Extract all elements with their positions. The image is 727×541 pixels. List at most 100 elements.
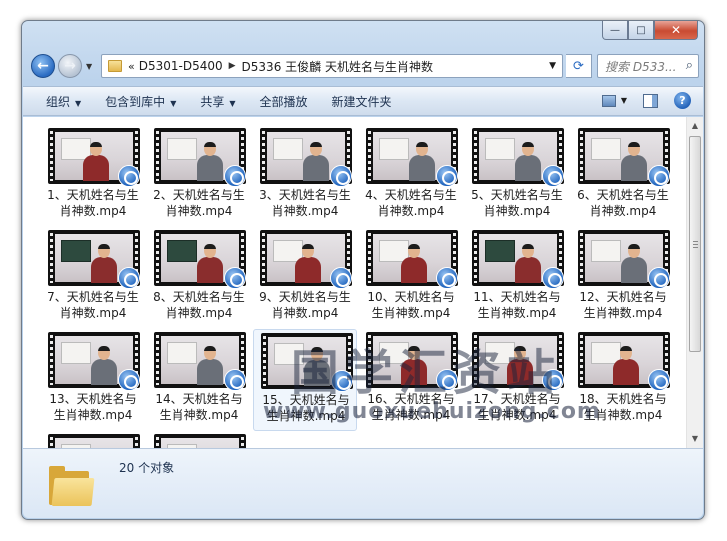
file-name-line: 12、天机姓名与: [579, 290, 667, 304]
maximize-button[interactable]: □: [628, 21, 654, 40]
file-name-line: 9、天机姓名与生: [259, 290, 351, 304]
file-item[interactable]: 8、天机姓名与生 肖神数.mp4: [147, 227, 251, 329]
file-name: 4、天机姓名与生 肖神数.mp4: [359, 187, 463, 219]
file-name-line: 14、天机姓名与: [155, 392, 243, 406]
file-item[interactable]: 16、天机姓名与 生肖神数.mp4: [359, 329, 463, 431]
media-player-icon: [436, 267, 458, 289]
media-player-icon: [648, 165, 670, 187]
scrollbar-thumb[interactable]: [689, 136, 701, 352]
breadcrumb-separator-icon[interactable]: ▶: [229, 61, 236, 71]
file-name-line: 肖神数.mp4: [271, 204, 339, 218]
organize-menu[interactable]: 组织 ▼: [46, 93, 81, 110]
scroll-up-icon[interactable]: ▲: [687, 118, 703, 134]
file-name-line: 7、天机姓名与生: [47, 290, 139, 304]
video-thumbnail: [154, 434, 246, 448]
file-item[interactable]: 4、天机姓名与生 肖神数.mp4: [359, 125, 463, 227]
file-name-line: 4、天机姓名与生: [365, 188, 457, 202]
organize-label: 组织: [46, 94, 71, 109]
file-item[interactable]: [147, 431, 251, 448]
minimize-button[interactable]: —: [602, 21, 628, 40]
media-player-icon: [648, 267, 670, 289]
search-placeholder: 搜索 D533...: [605, 59, 677, 74]
file-name-line: 10、天机姓名与: [367, 290, 455, 304]
media-player-icon: [542, 165, 564, 187]
file-name: 11、天机姓名与 生肖神数.mp4: [465, 289, 569, 321]
video-thumbnail: [48, 434, 140, 448]
file-name-line: 15、天机姓名与: [262, 393, 350, 407]
file-item[interactable]: 14、天机姓名与 生肖神数.mp4: [147, 329, 251, 431]
scroll-down-icon[interactable]: ▼: [687, 431, 703, 447]
forward-button[interactable]: →: [58, 54, 82, 78]
view-icon: [601, 94, 616, 107]
include-in-library-menu[interactable]: 包含到库中 ▼: [105, 93, 176, 110]
file-item[interactable]: 17、天机姓名与 生肖神数.mp4: [465, 329, 569, 431]
breadcrumb-overflow[interactable]: «: [128, 60, 135, 73]
file-name-line: 肖神数.mp4: [59, 204, 127, 218]
file-name: 13、天机姓名与 生肖神数.mp4: [41, 391, 145, 423]
help-icon[interactable]: ?: [674, 92, 691, 109]
file-item[interactable]: 3、天机姓名与生 肖神数.mp4: [253, 125, 357, 227]
file-name-line: 生肖神数.mp4: [266, 409, 346, 423]
media-player-icon: [224, 267, 246, 289]
search-icon[interactable]: ⌕: [686, 58, 693, 73]
file-item[interactable]: [41, 431, 145, 448]
share-menu[interactable]: 共享 ▼: [200, 93, 235, 110]
file-name-line: 18、天机姓名与: [579, 392, 667, 406]
chevron-down-icon: ▼: [229, 98, 236, 108]
file-item[interactable]: 15、天机姓名与 生肖神数.mp4: [253, 329, 357, 431]
search-input[interactable]: 搜索 D533... ⌕: [597, 54, 699, 78]
file-name-line: 生肖神数.mp4: [159, 408, 239, 422]
media-player-icon: [330, 267, 352, 289]
back-button[interactable]: ←: [31, 54, 55, 78]
recent-pages-chevron-down-icon[interactable]: ▼: [86, 62, 92, 71]
media-player-icon: [330, 165, 352, 187]
address-history-chevron-down-icon[interactable]: ▼: [549, 61, 556, 71]
file-name-line: 17、天机姓名与: [473, 392, 561, 406]
file-name: 2、天机姓名与生 肖神数.mp4: [147, 187, 251, 219]
caption-buttons: — □ ✕: [602, 21, 698, 41]
file-name: 8、天机姓名与生 肖神数.mp4: [147, 289, 251, 321]
play-all-button[interactable]: 全部播放: [260, 93, 308, 110]
vertical-scrollbar[interactable]: ▲ ▼: [686, 117, 703, 448]
breadcrumb-item[interactable]: D5301-D5400: [139, 59, 223, 73]
file-item[interactable]: 13、天机姓名与 生肖神数.mp4: [41, 329, 145, 431]
change-view-button[interactable]: ▼: [601, 94, 627, 107]
file-name-line: 肖神数.mp4: [59, 306, 127, 320]
media-player-icon: [224, 369, 246, 391]
file-item[interactable]: 18、天机姓名与 生肖神数.mp4: [571, 329, 675, 431]
address-bar[interactable]: « D5301-D5400 ▶ D5336 王俊麟 天机姓名与生肖神数 ▼: [101, 54, 563, 78]
file-item[interactable]: 10、天机姓名与 生肖神数.mp4: [359, 227, 463, 329]
close-button[interactable]: ✕: [654, 21, 698, 40]
item-count: 20 个对象: [119, 461, 175, 475]
preview-pane-icon[interactable]: [643, 93, 658, 108]
chevron-down-icon: ▼: [620, 96, 627, 105]
file-name: 1、天机姓名与生 肖神数.mp4: [41, 187, 145, 219]
file-item[interactable]: 2、天机姓名与生 肖神数.mp4: [147, 125, 251, 227]
file-name-line: 肖神数.mp4: [165, 204, 233, 218]
file-item[interactable]: 9、天机姓名与生 肖神数.mp4: [253, 227, 357, 329]
file-item[interactable]: 7、天机姓名与生 肖神数.mp4: [41, 227, 145, 329]
file-list-view: 1、天机姓名与生 肖神数.mp4 2、天机姓名与生 肖神数.mp4 3、天机姓名与生 肖神…: [23, 117, 703, 448]
file-name-line: 13、天机姓名与: [49, 392, 137, 406]
file-item[interactable]: 6、天机姓名与生 肖神数.mp4: [571, 125, 675, 227]
details-pane: 20 个对象: [23, 448, 703, 518]
file-item[interactable]: 1、天机姓名与生 肖神数.mp4: [41, 125, 145, 227]
include-in-library-label: 包含到库中: [105, 94, 166, 109]
media-player-icon: [118, 369, 140, 391]
file-name: 16、天机姓名与 生肖神数.mp4: [359, 391, 463, 423]
file-item[interactable]: 12、天机姓名与 生肖神数.mp4: [571, 227, 675, 329]
file-item[interactable]: 5、天机姓名与生 肖神数.mp4: [465, 125, 569, 227]
file-name-line: 2、天机姓名与生: [153, 188, 245, 202]
breadcrumb-item[interactable]: D5336 王俊麟 天机姓名与生肖神数: [242, 58, 433, 75]
refresh-icon: ⟳: [573, 58, 584, 74]
file-name: 6、天机姓名与生 肖神数.mp4: [571, 187, 675, 219]
file-name-line: 8、天机姓名与生: [153, 290, 245, 304]
file-name-line: 生肖神数.mp4: [371, 306, 451, 320]
refresh-button[interactable]: ⟳: [566, 54, 592, 78]
file-name-line: 5、天机姓名与生: [471, 188, 563, 202]
new-folder-button[interactable]: 新建文件夹: [332, 93, 392, 110]
file-item[interactable]: 11、天机姓名与 生肖神数.mp4: [465, 227, 569, 329]
media-player-icon: [436, 369, 458, 391]
media-player-icon: [118, 165, 140, 187]
file-name-line: 肖神数.mp4: [165, 306, 233, 320]
